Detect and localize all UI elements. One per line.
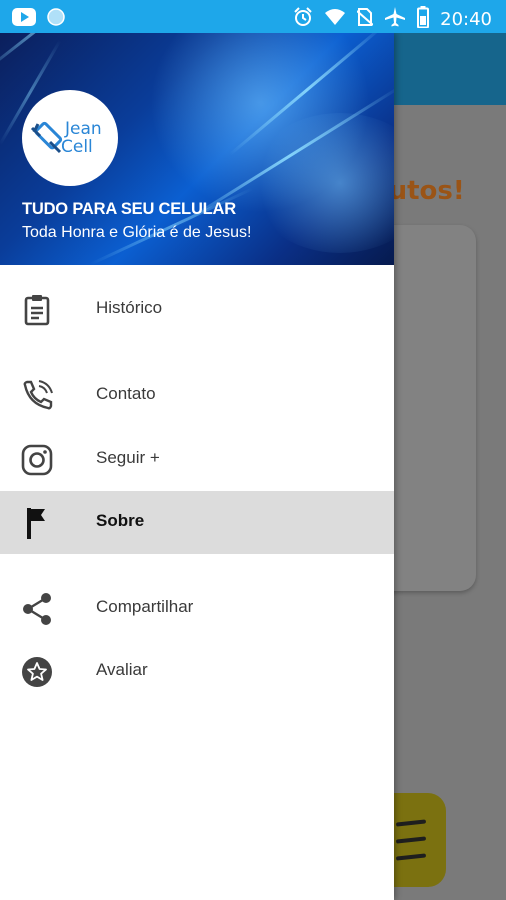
menu-item-label: Sobre: [96, 511, 145, 530]
share-icon: [20, 592, 54, 626]
menu-item-label: Avaliar: [96, 660, 148, 679]
drawer-title: TUDO PARA SEU CELULAR: [22, 200, 236, 218]
phone-icon: [20, 379, 54, 413]
menu-item-seguir[interactable]: Seguir +: [0, 428, 394, 491]
flag-icon: [20, 506, 54, 540]
airplane-icon: [384, 6, 406, 33]
menu-item-historico[interactable]: Histórico: [0, 278, 394, 341]
no-sim-icon: [356, 7, 374, 32]
clipboard-icon: [20, 293, 54, 327]
status-time: 20:40: [440, 9, 492, 30]
drawer-subtitle: Toda Honra e Glória é de Jesus!: [22, 224, 252, 241]
circle-icon: [46, 7, 66, 32]
menu-item-label: Seguir +: [96, 448, 160, 467]
menu-item-compartilhar[interactable]: Compartilhar: [0, 577, 394, 640]
navigation-drawer: Jean Cell TUDO PARA SEU CELULAR Toda Hon…: [0, 33, 394, 900]
app-logo: Jean Cell: [22, 90, 118, 186]
youtube-icon: [12, 8, 36, 31]
menu-item-contato[interactable]: Contato: [0, 364, 394, 427]
wifi-icon: [324, 8, 346, 31]
logo-line-2: Cell: [61, 137, 93, 157]
star-icon: [20, 655, 54, 689]
drawer-header: Jean Cell TUDO PARA SEU CELULAR Toda Hon…: [0, 33, 394, 265]
menu-item-sobre[interactable]: Sobre: [0, 491, 394, 554]
menu-item-label: Contato: [96, 384, 156, 403]
logo-line-1: Jean: [65, 119, 102, 139]
menu-item-label: Compartilhar: [96, 597, 194, 616]
menu-item-label: Histórico: [96, 298, 163, 317]
menu-item-avaliar[interactable]: Avaliar: [0, 640, 394, 703]
status-bar: 20:40: [0, 0, 506, 33]
alarm-icon: [293, 7, 313, 32]
battery-icon: [417, 6, 430, 33]
instagram-icon: [20, 443, 54, 477]
